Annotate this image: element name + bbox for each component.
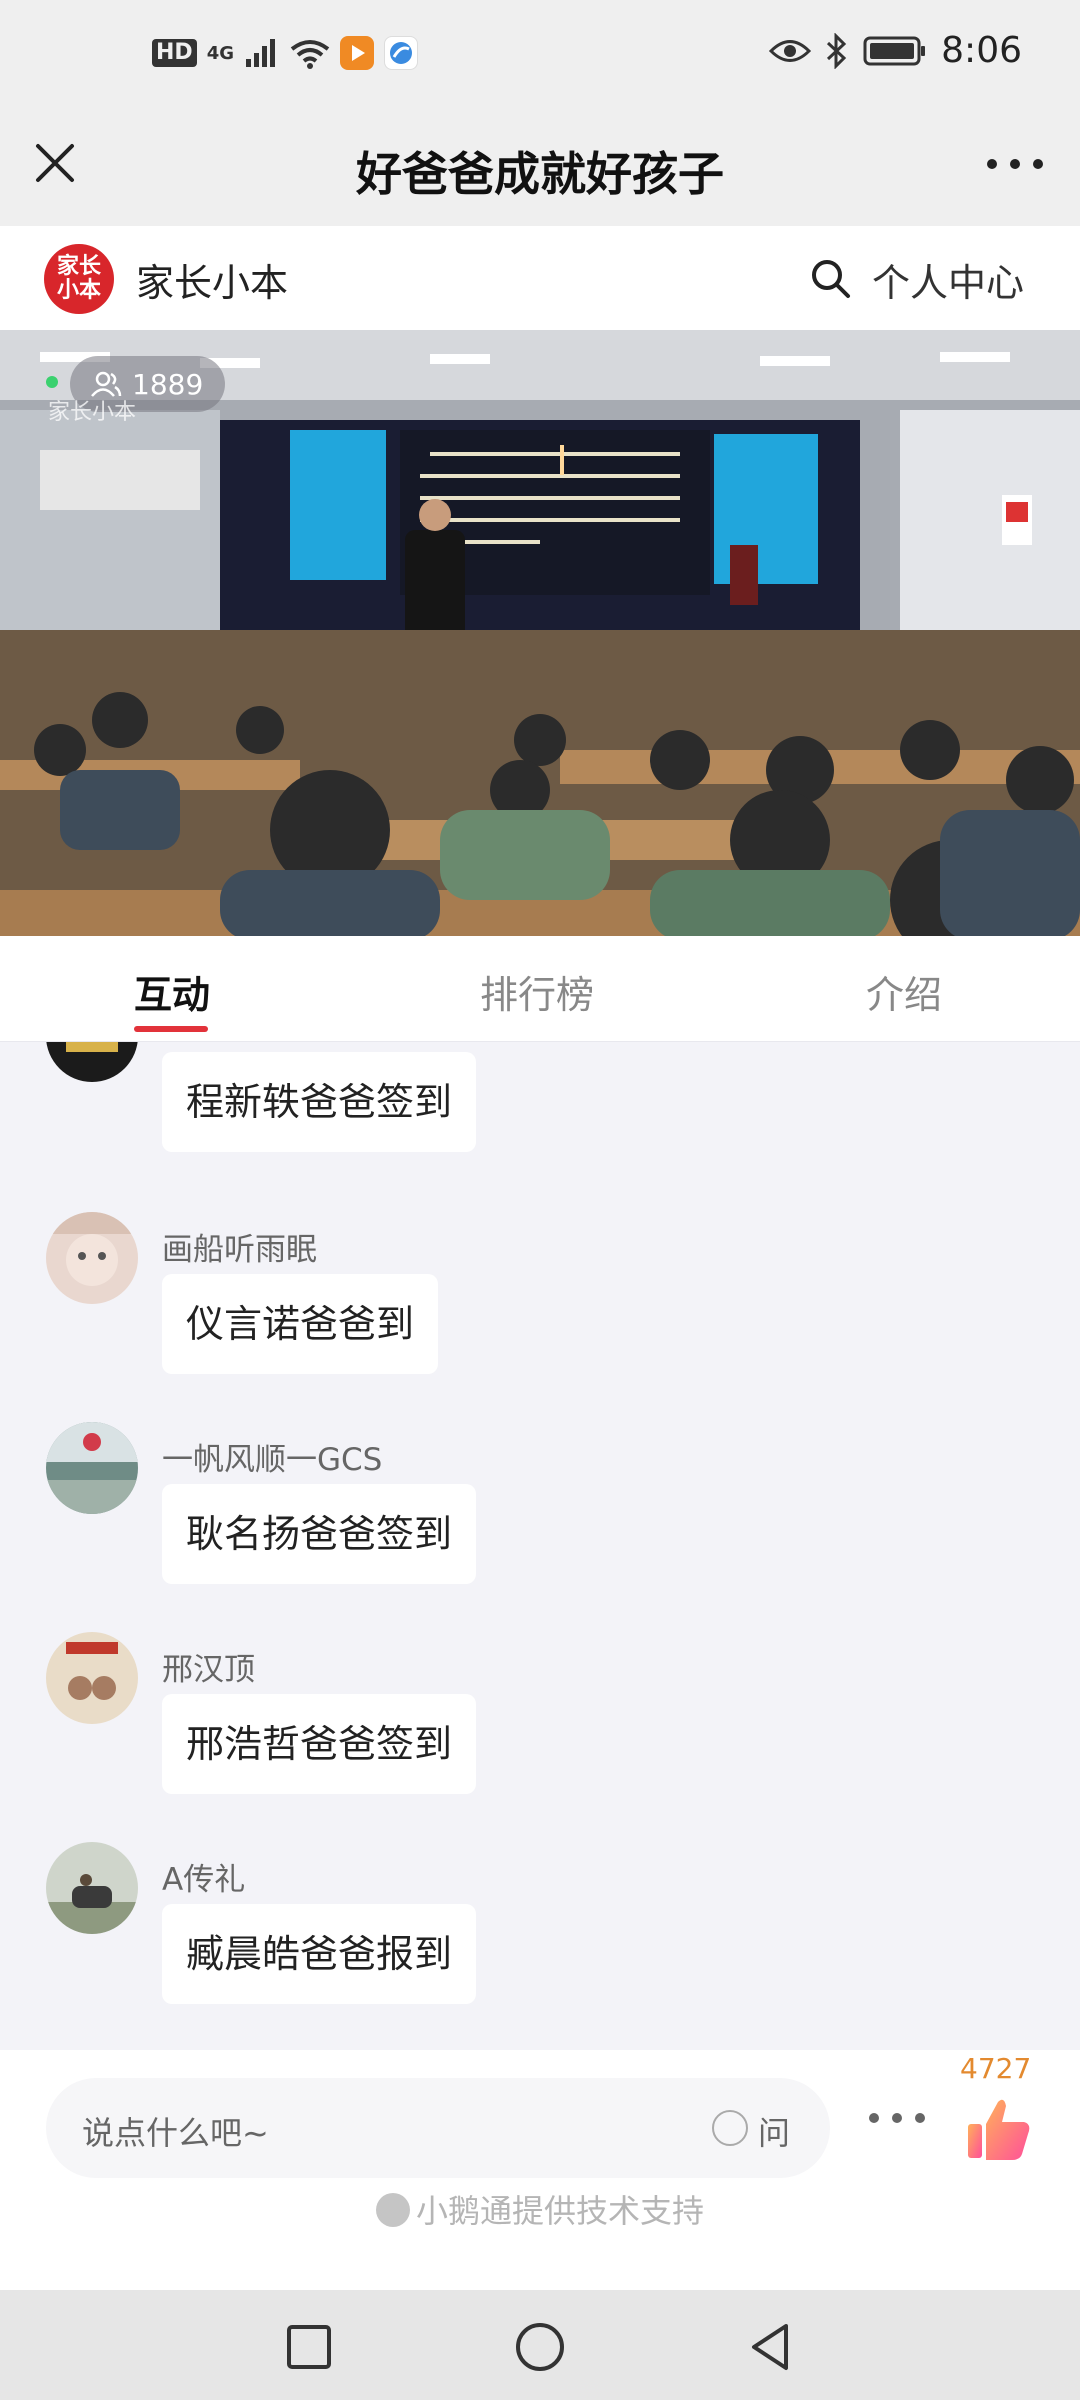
home-icon[interactable]	[513, 2320, 567, 2374]
comment-placeholder: 说点什么吧~	[82, 2114, 269, 2152]
tab-interaction[interactable]: 互动	[134, 964, 210, 1019]
personal-center-link[interactable]: 个人中心	[872, 252, 1024, 307]
wifi-icon	[290, 40, 330, 69]
page-title: 好爸爸成就好孩子	[356, 147, 724, 201]
recent-apps-icon[interactable]	[282, 2320, 336, 2374]
chat-message: A传礼 臧晨皓爸爸报到	[0, 1842, 1080, 2042]
video-watermark: 家长小本	[48, 400, 137, 425]
live-indicator	[46, 376, 58, 388]
network-type: 4G	[206, 42, 234, 64]
search-icon[interactable]	[808, 256, 852, 300]
brand-name[interactable]: 家长小本	[136, 252, 288, 307]
message-bubble: 程新轶爸爸签到	[162, 1052, 477, 1152]
status-left: HD 4G	[152, 36, 418, 70]
title-bar: 好爸爸成就好孩子	[0, 110, 1080, 226]
eye-icon	[769, 39, 812, 62]
chat-message: 画船听雨眠 仪言诺爸爸到	[0, 1212, 1080, 1412]
powered-by: 小鹅通提供技术支持	[0, 2186, 1080, 2232]
avatar[interactable]	[46, 1422, 138, 1514]
chat-message: 一帆风顺一GCS 耿名扬爸爸签到	[0, 1422, 1080, 1622]
viewer-count: 1889	[132, 367, 204, 401]
chat-message: 邢汉顶 邢浩哲爸爸签到	[0, 1632, 1080, 1832]
battery-icon	[863, 36, 926, 65]
status-bar: HD 4G 8:06	[0, 0, 1080, 110]
nickname: 画船听雨眠	[162, 1232, 317, 1268]
more-icon[interactable]	[980, 144, 1050, 184]
back-icon[interactable]	[744, 2320, 798, 2374]
ask-toggle-checkbox[interactable]	[712, 2110, 748, 2146]
message-bubble: 仪言诺爸爸到	[162, 1274, 439, 1374]
tab-introduction[interactable]: 介绍	[866, 964, 942, 1019]
more-options-icon[interactable]	[864, 2108, 930, 2128]
message-bubble: 邢浩哲爸爸签到	[162, 1694, 477, 1794]
nickname: A传礼	[162, 1862, 246, 1898]
video-scene	[0, 330, 1080, 936]
live-video-player[interactable]: 1889 家长小本	[0, 330, 1080, 936]
message-bubble: 臧晨皓爸爸报到	[162, 1904, 477, 2004]
xiaoe-logo-icon	[375, 2193, 410, 2227]
browser-app-icon	[384, 36, 418, 70]
brand-logo-text: 家长小本	[56, 254, 101, 303]
like-count: 4727	[960, 2052, 1032, 2085]
ask-label[interactable]: 问	[758, 2108, 790, 2154]
clock-time: 8:06	[941, 30, 1022, 71]
video-app-icon	[340, 36, 374, 70]
brand-row: 家长小本 家长小本 个人中心	[0, 226, 1080, 330]
avatar[interactable]	[46, 1212, 138, 1304]
chat-message: 程新轶爸爸签到	[0, 1042, 1080, 1190]
signal-icon	[246, 39, 275, 67]
message-bubble: 耿名扬爸爸签到	[162, 1484, 477, 1584]
input-bar: 说点什么吧~ 问 4727 小鹅通提供技术支持	[0, 2050, 1080, 2290]
tab-leaderboard[interactable]: 排行榜	[480, 964, 594, 1019]
system-nav-bar	[0, 2290, 1080, 2400]
avatar[interactable]	[46, 1042, 138, 1082]
nickname: 邢汉顶	[162, 1652, 255, 1688]
status-right: 8:06	[769, 30, 1022, 71]
avatar[interactable]	[46, 1632, 138, 1724]
comment-input[interactable]: 说点什么吧~ 问	[46, 2078, 830, 2178]
chat-list[interactable]: 程新轶爸爸签到 画船听雨眠 仪言诺爸爸到 一帆风顺一GCS 耿名扬爸爸签到 邢汉…	[0, 1042, 1080, 2050]
active-tab-indicator	[134, 1026, 208, 1032]
bluetooth-icon	[827, 32, 847, 69]
thumbs-up-icon[interactable]	[964, 2094, 1034, 2164]
tab-bar: 互动 排行榜 介绍	[0, 936, 1080, 1042]
avatar[interactable]	[46, 1842, 138, 1934]
nickname: 一帆风顺一GCS	[162, 1442, 383, 1478]
brand-logo[interactable]: 家长小本	[44, 244, 114, 314]
powered-by-text: 小鹅通提供技术支持	[415, 2192, 704, 2230]
hd-badge: HD	[152, 39, 197, 67]
